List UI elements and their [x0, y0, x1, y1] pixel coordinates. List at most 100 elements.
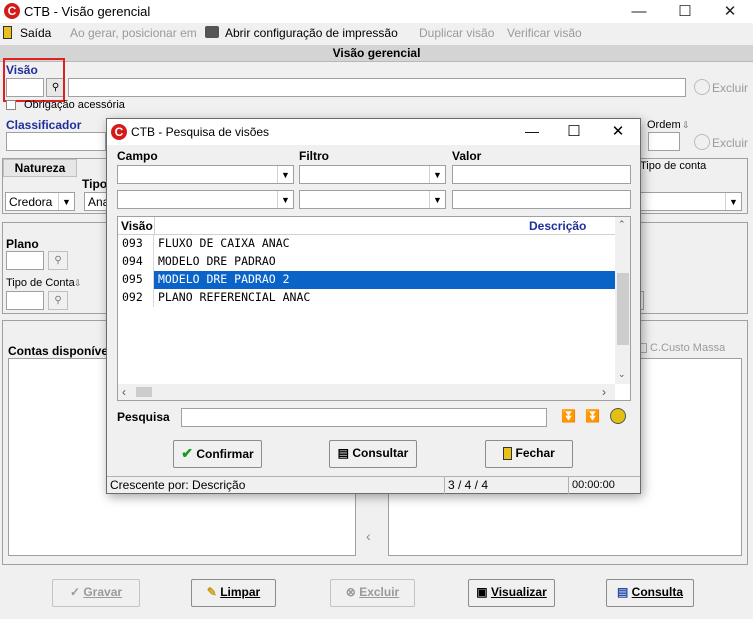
excluir-button[interactable]: ⊗ Excluir — [330, 579, 415, 607]
scroll-left-icon[interactable]: ‹ — [122, 385, 126, 399]
gear-icon[interactable] — [610, 408, 626, 424]
monitor-icon: ▣ — [476, 585, 488, 599]
dialog-title-bar: C CTB - Pesquisa de visões — ☐ ✕ — [107, 119, 640, 145]
limpar-button[interactable]: ✎ Limpar — [191, 579, 276, 607]
row-description: FLUXO DE CAIXA ANAC — [158, 236, 290, 250]
obrigacao-checkbox[interactable] — [6, 100, 16, 110]
pesquisa-input[interactable] — [181, 408, 547, 427]
sort-descending-icon[interactable]: ⏬ — [585, 409, 600, 423]
confirmar-label: Confirmar — [196, 447, 254, 461]
maximize-button[interactable]: ☐ — [662, 0, 708, 23]
status-order: Crescente por: Descrição — [107, 477, 445, 494]
scroll-right-icon[interactable]: › — [602, 385, 606, 399]
consulta-button[interactable]: ▤ Consulta — [606, 579, 694, 607]
search-window-icon: ▤ — [616, 585, 629, 599]
exit-door-icon — [503, 447, 513, 461]
plano-label: Plano — [6, 237, 39, 251]
tipo-conta-input[interactable] — [6, 291, 44, 310]
table-row-selected[interactable]: 095 MODELO DRE PADRAO 2 — [118, 271, 615, 289]
chevron-down-icon: ▼ — [429, 166, 445, 183]
menu-duplicate-view[interactable]: Duplicar visão — [419, 26, 494, 40]
fechar-label: Fechar — [515, 446, 555, 460]
menu-position-on-generate[interactable]: Ao gerar, posicionar em — [70, 26, 197, 40]
menu-bar: Saída Ao gerar, posicionar em Abrir conf… — [0, 23, 753, 43]
plano-input[interactable] — [6, 251, 44, 270]
chevron-down-icon: ▼ — [429, 191, 445, 208]
grid-header: Visão Descrição — [118, 217, 615, 235]
chevron-down-icon: ▼ — [277, 191, 293, 208]
pesquisa-dialog: C CTB - Pesquisa de visões — ☐ ✕ Campo F… — [106, 118, 641, 494]
fechar-button[interactable]: Fechar — [485, 440, 573, 468]
menu-verify-view[interactable]: Verificar visão — [507, 26, 582, 40]
dialog-close-button[interactable]: ✕ — [603, 122, 633, 140]
scroll-up-icon[interactable]: ⌃ — [618, 219, 626, 230]
scroll-down-icon[interactable]: ⌄ — [618, 369, 626, 380]
campo-select-2[interactable]: ▼ — [117, 190, 294, 209]
classificador-input[interactable] — [6, 132, 106, 151]
tipo-conta-label: Tipo de Conta — [6, 277, 75, 289]
menu-print-config[interactable]: Abrir configuração de impressão — [225, 26, 398, 40]
close-button[interactable]: ✕ — [707, 0, 753, 23]
visao-description-input[interactable] — [68, 78, 686, 97]
dialog-minimize-button[interactable]: — — [517, 123, 547, 139]
dialog-title: CTB - Pesquisa de visões — [131, 125, 270, 139]
row-code: 095 — [118, 271, 154, 289]
plano-binoculars-icon[interactable]: ⚲ — [48, 251, 68, 270]
excluir-visao-icon — [694, 79, 710, 95]
row-description: MODELO DRE PADRAO 2 — [158, 272, 290, 286]
natureza-select[interactable]: Credora ▼ — [5, 192, 75, 211]
limpar-label: Limpar — [220, 585, 261, 599]
gravar-button[interactable]: ✓ Gravar — [52, 579, 140, 607]
results-grid[interactable]: Visão Descrição 093 FLUXO DE CAIXA ANAC … — [117, 216, 631, 401]
gravar-label: Gravar — [83, 585, 123, 599]
dialog-status-bar: Crescente por: Descrição 3 / 4 / 4 00:00… — [107, 476, 640, 494]
confirmar-button[interactable]: ✔ Confirmar — [173, 440, 262, 468]
excluir-label: Excluir — [359, 585, 400, 599]
visualizar-button[interactable]: ▣ Visualizar — [468, 579, 555, 607]
campo-select-1[interactable]: ▼ — [117, 165, 294, 184]
tipo-conta-select[interactable]: ▼ — [640, 192, 742, 211]
ordem-input[interactable] — [648, 132, 680, 151]
table-row[interactable]: 094 MODELO DRE PADRAO — [118, 253, 615, 271]
excluir-visao-button[interactable]: Excluir — [712, 81, 748, 95]
horizontal-scrollbar[interactable]: ‹ › — [118, 384, 615, 400]
sort-ascending-icon[interactable]: ⏬ — [561, 409, 576, 423]
filtro-select-2[interactable]: ▼ — [299, 190, 446, 209]
column-divider — [154, 217, 155, 235]
filtro-select-1[interactable]: ▼ — [299, 165, 446, 184]
obrigacao-label: Obrigação acessória — [24, 99, 125, 111]
row-code: 094 — [118, 253, 154, 271]
window-title: CTB - Visão gerencial — [24, 4, 151, 19]
move-left-arrow-icon[interactable]: ‹ — [366, 528, 371, 544]
contas-disponiveis-label: Contas disponíve — [8, 344, 109, 358]
title-bar: C CTB - Visão gerencial — ☐ ✕ — [0, 0, 753, 23]
minimize-button[interactable]: — — [616, 0, 662, 23]
campo-label: Campo — [117, 149, 158, 163]
visualizar-label: Visualizar — [490, 585, 547, 599]
table-row[interactable]: 093 FLUXO DE CAIXA ANAC — [118, 235, 615, 253]
check-icon: ✓ — [69, 585, 80, 599]
document-search-icon: ▤ — [337, 446, 349, 460]
sort-arrow-icon: ⇩ — [682, 120, 690, 130]
classificador-label: Classificador — [6, 118, 82, 132]
vertical-scrollbar[interactable]: ⌃ ⌄ — [615, 217, 630, 384]
sort-arrow-icon: ⇩ — [74, 278, 82, 288]
col-header-visao[interactable]: Visão — [121, 219, 153, 233]
dialog-maximize-button[interactable]: ☐ — [559, 122, 589, 140]
consultar-button[interactable]: ▤ Consultar — [329, 440, 417, 468]
natureza-header: Natureza — [3, 159, 77, 177]
col-header-descricao[interactable]: Descrição — [529, 219, 586, 233]
chevron-down-icon: ▼ — [58, 193, 74, 210]
valor-input-2[interactable] — [452, 190, 631, 209]
menu-exit[interactable]: Saída — [20, 26, 51, 40]
status-count: 3 / 4 / 4 — [445, 477, 569, 494]
tipo-conta-binoculars-icon[interactable]: ⚲ — [48, 291, 68, 310]
highlight-box — [3, 58, 65, 102]
hscroll-thumb[interactable] — [136, 387, 152, 397]
pesquisa-label: Pesquisa — [117, 410, 170, 424]
scroll-thumb[interactable] — [617, 273, 629, 345]
natureza-value: Credora — [9, 195, 53, 209]
valor-input-1[interactable] — [452, 165, 631, 184]
table-row[interactable]: 092 PLANO REFERENCIAL ANAC — [118, 289, 615, 307]
excluir-classificador-button[interactable]: Excluir — [712, 136, 748, 150]
